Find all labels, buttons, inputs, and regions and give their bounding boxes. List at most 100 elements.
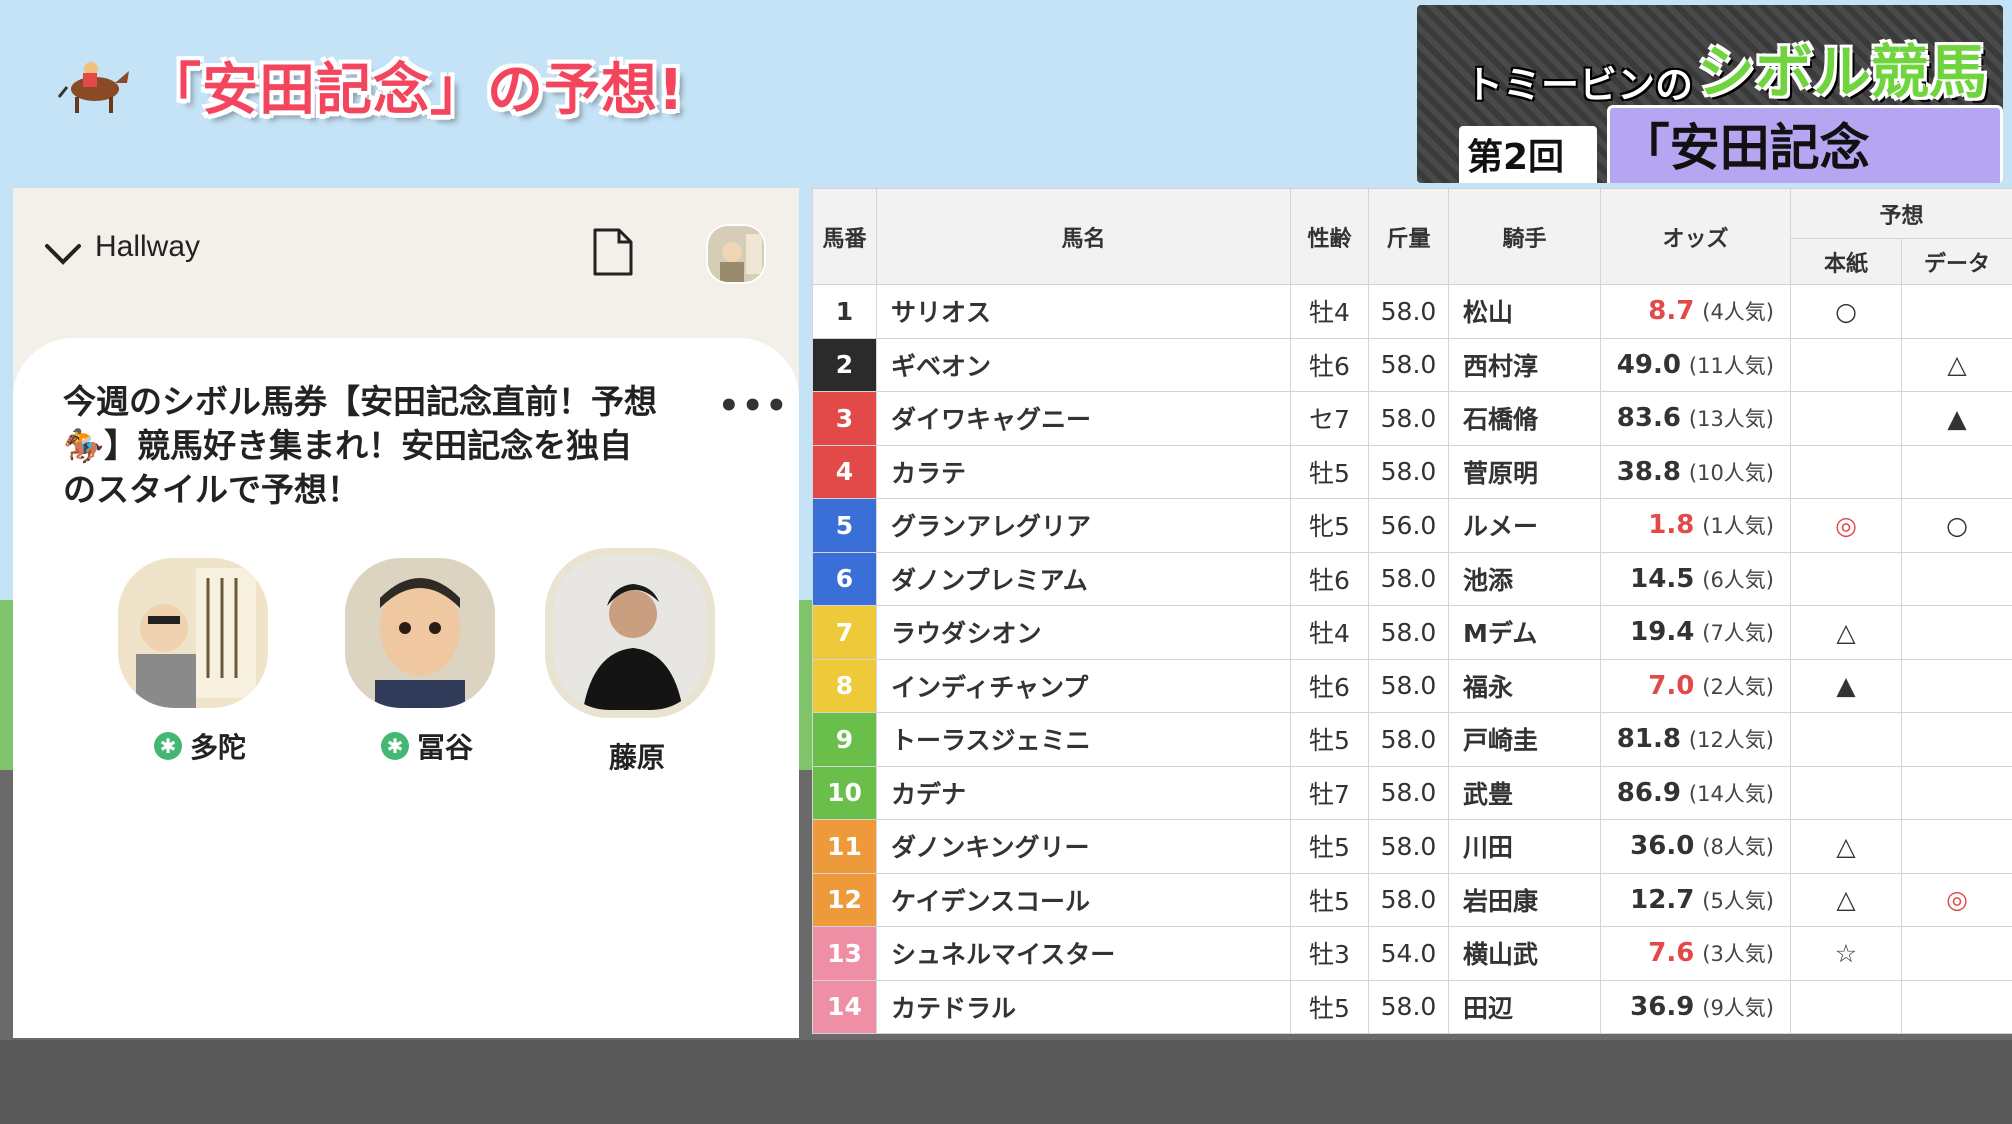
speaker-3[interactable]: 藤原 — [545, 548, 715, 776]
cell-horse-name[interactable]: ダノンキングリー — [876, 819, 1291, 874]
odds-value: 12.7 — [1630, 884, 1695, 915]
header-sex-age: 性齢 — [1290, 188, 1369, 285]
odds-value: 8.7 — [1648, 296, 1695, 327]
cell-horse-name[interactable]: ギベオン — [876, 337, 1291, 392]
odds-value: 14.5 — [1630, 563, 1695, 594]
table-row: 13 シュネルマイスター 牡3 54.0 横山武 7.6 (3人気) ☆ — [812, 926, 2012, 981]
cell-sex-age: 牡5 — [1290, 979, 1369, 1034]
speaker-2[interactable]: ✱ 冨谷 — [335, 558, 505, 766]
chevron-down-icon[interactable] — [41, 232, 85, 276]
cell-horse-name[interactable]: カラテ — [876, 444, 1291, 499]
cell-data-pick — [1900, 658, 2012, 713]
cell-weight: 58.0 — [1368, 712, 1449, 767]
popularity-rank: (4人気) — [1702, 300, 1774, 325]
cell-number: 5 — [812, 498, 877, 553]
cell-jockey: 池添 — [1448, 551, 1601, 606]
cell-jockey: 西村淳 — [1448, 337, 1601, 392]
cell-sex-age: 牡4 — [1290, 605, 1369, 660]
cell-weight: 58.0 — [1368, 284, 1449, 339]
cell-odds: 86.9 (14人気) — [1600, 765, 1791, 820]
header-data-pick: データ — [1900, 238, 2012, 285]
table-row: 11 ダノンキングリー 牡5 58.0 川田 36.0 (8人気) △ — [812, 819, 2012, 874]
cell-weight: 56.0 — [1368, 498, 1449, 553]
cell-odds: 49.0 (11人気) — [1600, 337, 1791, 392]
header-weight: 斤量 — [1368, 188, 1449, 285]
cell-jockey: 松山 — [1448, 284, 1601, 339]
more-options-icon[interactable]: ••• — [718, 386, 789, 426]
popularity-rank: (14人気) — [1688, 781, 1774, 806]
cell-horse-name[interactable]: ダノンプレミアム — [876, 551, 1291, 606]
banner-episode: 第2回目 — [1459, 126, 1597, 183]
cell-main-pick: △ — [1790, 872, 1902, 927]
popularity-rank: (1人気) — [1702, 514, 1774, 539]
banner-race: 「安田記念(GI)」 — [1606, 105, 2003, 183]
odds-value: 86.9 — [1616, 777, 1681, 808]
cell-horse-name[interactable]: サリオス — [876, 284, 1291, 339]
cell-odds: 19.4 (7人気) — [1600, 605, 1791, 660]
cell-odds: 14.5 (6人気) — [1600, 551, 1791, 606]
cell-jockey: 福永 — [1448, 658, 1601, 713]
speaker-avatar-speaking[interactable] — [545, 548, 715, 718]
cell-horse-name[interactable]: インディチャンプ — [876, 658, 1291, 713]
profile-avatar[interactable] — [706, 224, 766, 284]
document-icon[interactable] — [591, 226, 635, 278]
cell-sex-age: 牡4 — [1290, 284, 1369, 339]
moderator-badge-icon: ✱ — [153, 732, 182, 760]
cell-horse-name[interactable]: カテドラル — [876, 979, 1291, 1034]
speaker-avatar[interactable] — [345, 558, 495, 708]
cell-horse-name[interactable]: ラウダシオン — [876, 605, 1291, 660]
popularity-rank: (5人気) — [1702, 888, 1774, 913]
speaker-1[interactable]: ✱ 多陀 — [108, 558, 278, 766]
speaker-avatar[interactable] — [118, 558, 268, 708]
header-odds: オッズ — [1600, 188, 1791, 285]
cell-jockey: 横山武 — [1448, 926, 1601, 981]
popularity-rank: (2人気) — [1702, 674, 1774, 699]
speaker-name: 藤原 — [608, 741, 665, 774]
popularity-rank: (8人気) — [1702, 835, 1774, 860]
cell-weight: 58.0 — [1368, 605, 1449, 660]
cell-sex-age: 牡5 — [1290, 872, 1369, 927]
cell-main-pick — [1790, 979, 1902, 1034]
table-row: 7 ラウダシオン 牡4 58.0 Mデム 19.4 (7人気) △ — [812, 605, 2012, 660]
popularity-rank: (11人気) — [1688, 353, 1774, 378]
cell-number: 3 — [812, 391, 877, 446]
popularity-rank: (7人気) — [1702, 621, 1774, 646]
table-row: 8 インディチャンプ 牡6 58.0 福永 7.0 (2人気) ▲ — [812, 658, 2012, 713]
cell-horse-name[interactable]: トーラスジェミニ — [876, 712, 1291, 767]
cell-horse-name[interactable]: ケイデンスコール — [876, 872, 1291, 927]
cell-main-pick — [1790, 765, 1902, 820]
cell-weight: 54.0 — [1368, 926, 1449, 981]
cell-weight: 58.0 — [1368, 551, 1449, 606]
cell-horse-name[interactable]: グランアレグリア — [876, 498, 1291, 553]
hallway-label[interactable]: Hallway — [95, 230, 200, 264]
cell-weight: 58.0 — [1368, 658, 1449, 713]
cell-odds: 7.6 (3人気) — [1600, 926, 1791, 981]
cell-odds: 7.0 (2人気) — [1600, 658, 1791, 713]
room-topbar: Hallway — [13, 188, 799, 318]
odds-value: 81.8 — [1616, 724, 1681, 755]
cell-weight: 58.0 — [1368, 444, 1449, 499]
cell-weight: 58.0 — [1368, 391, 1449, 446]
cell-number: 4 — [812, 444, 877, 499]
cell-main-pick — [1790, 551, 1902, 606]
headline: 「安田記念」の予想! — [55, 40, 685, 130]
cell-sex-age: セ7 — [1290, 391, 1369, 446]
cell-sex-age: 牡6 — [1290, 658, 1369, 713]
speaker-name: 多陀 — [189, 731, 246, 764]
cell-odds: 36.0 (8人気) — [1600, 819, 1791, 874]
cell-jockey: 川田 — [1448, 819, 1601, 874]
cell-horse-name[interactable]: カデナ — [876, 765, 1291, 820]
cell-horse-name[interactable]: シュネルマイスター — [876, 926, 1291, 981]
odds-value: 49.0 — [1616, 349, 1681, 380]
cell-data-pick — [1900, 444, 2012, 499]
odds-value: 83.6 — [1616, 403, 1681, 434]
speaker-name: 冨谷 — [416, 731, 473, 764]
banner-show-name: シボル競馬 — [1697, 38, 1988, 106]
cell-horse-name[interactable]: ダイワキャグニー — [876, 391, 1291, 446]
odds-value: 36.0 — [1630, 831, 1695, 862]
cell-sex-age: 牡6 — [1290, 337, 1369, 392]
clubhouse-room-panel: Hallway 今週のシボル馬券【安田記念直前！予想🏇】競馬好き集まれ！安田記念… — [13, 188, 799, 1038]
popularity-rank: (3人気) — [1702, 942, 1774, 967]
race-entry-table: 馬番 馬名 性齢 斤量 騎手 オッズ 予想 本紙 データ 1 サリオス 牡4 58.0… — [812, 188, 2012, 1034]
odds-value: 1.8 — [1648, 510, 1695, 541]
